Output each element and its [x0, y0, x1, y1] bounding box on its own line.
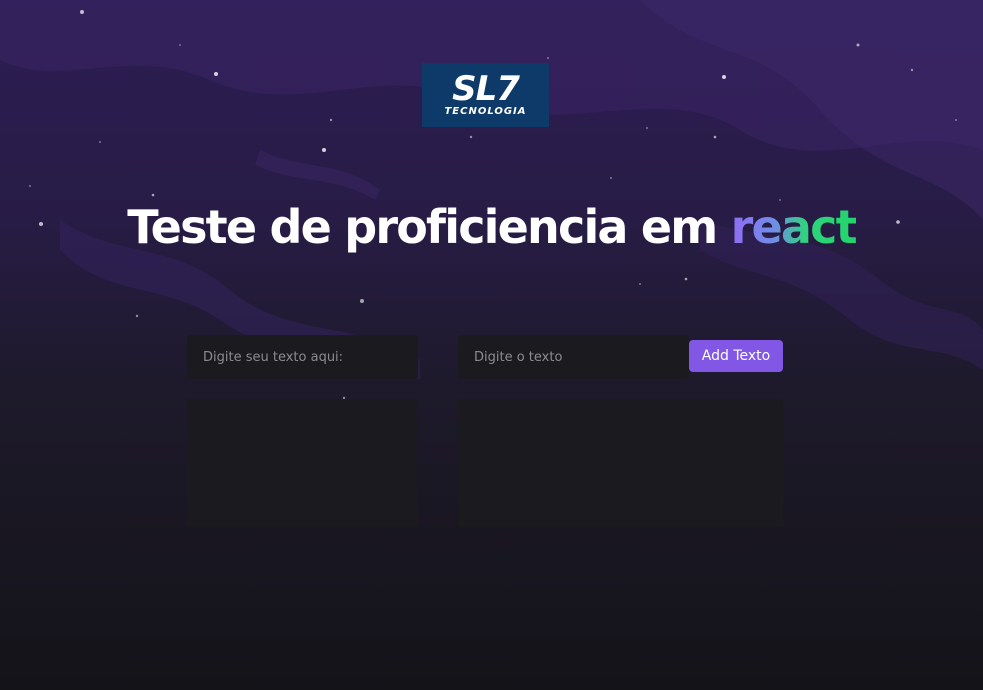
add-text-button[interactable]: Add Texto: [689, 340, 783, 372]
text-list-panel-right: [458, 399, 783, 527]
sl7-logo: SL7 TECNOLOGIA: [422, 63, 549, 127]
text-input-left[interactable]: [187, 335, 418, 379]
text-input-right[interactable]: [458, 335, 689, 379]
page-title-text: Teste de proficiencia em: [127, 200, 731, 254]
logo-mark: SL7: [452, 68, 520, 109]
page-title: Teste de proficiencia em react: [0, 200, 983, 254]
logo-wordmark: TECNOLOGIA: [444, 105, 527, 117]
text-output-panel-left: [187, 399, 418, 527]
page-title-accent: react: [730, 200, 858, 254]
